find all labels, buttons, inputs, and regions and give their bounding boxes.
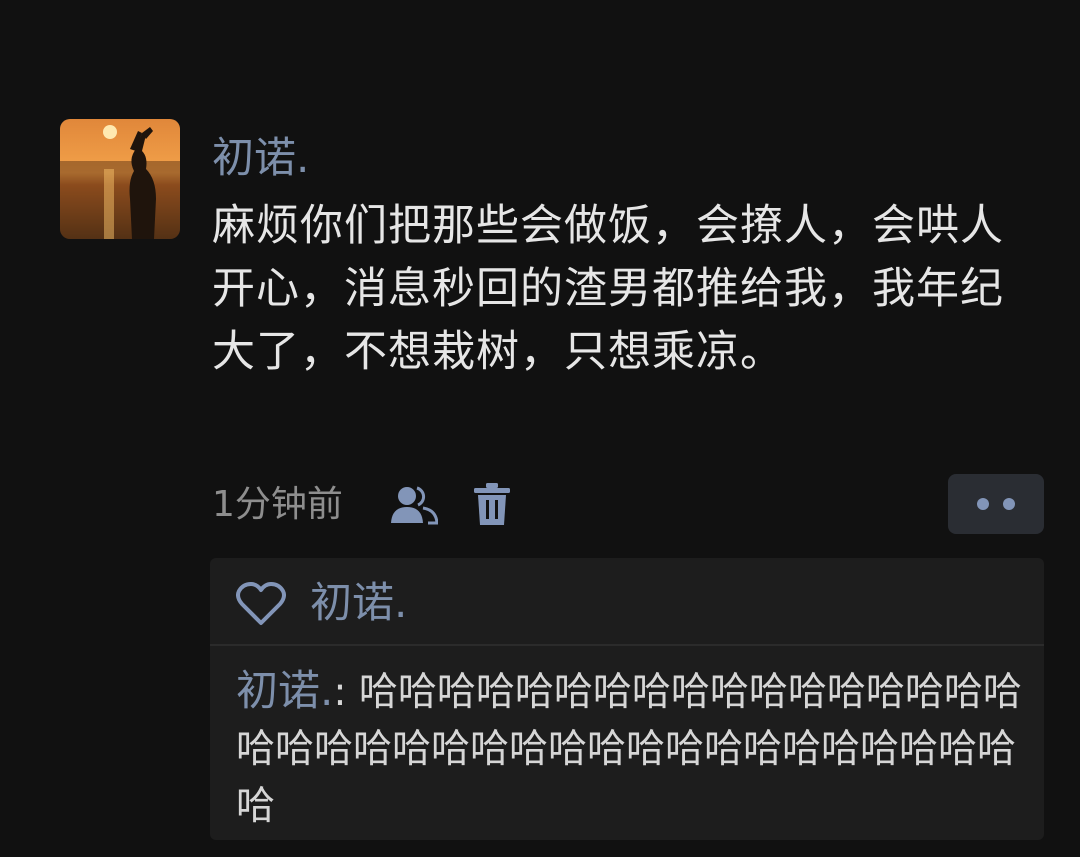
interaction-panel: 初诺. 初诺.: 哈哈哈哈哈哈哈哈哈哈哈哈哈哈哈哈哈哈哈哈哈哈哈哈哈哈哈哈哈哈哈… [210, 558, 1044, 840]
avatar-sunset-image [60, 119, 180, 239]
post-content: 麻烦你们把那些会做饭，会撩人，会哄人开心，消息秒回的渣男都推给我，我年纪大了，不… [212, 201, 1004, 377]
more-actions-button[interactable] [948, 474, 1044, 534]
post-author-name[interactable]: 初诺. [212, 128, 309, 188]
more-dots-icon [1003, 498, 1015, 510]
divider [210, 644, 1044, 646]
more-dots-icon [977, 498, 989, 510]
avatar[interactable] [60, 119, 180, 239]
liker-name[interactable]: 初诺. [310, 574, 407, 632]
likes-row: 初诺. [210, 558, 1044, 644]
comment-separator: : [333, 670, 359, 715]
friends-visibility-icon[interactable] [390, 485, 438, 525]
comment-item[interactable]: 初诺.: 哈哈哈哈哈哈哈哈哈哈哈哈哈哈哈哈哈哈哈哈哈哈哈哈哈哈哈哈哈哈哈哈哈哈哈… [236, 662, 1026, 835]
trash-icon[interactable] [473, 482, 511, 526]
post-timestamp: 1分钟前 [212, 484, 343, 525]
moments-post: 初诺. 麻烦你们把那些会做饭，会撩人，会哄人开心，消息秒回的渣男都推给我，我年纪… [0, 0, 1080, 857]
comment-author[interactable]: 初诺. [236, 666, 333, 715]
heart-icon [236, 582, 286, 625]
